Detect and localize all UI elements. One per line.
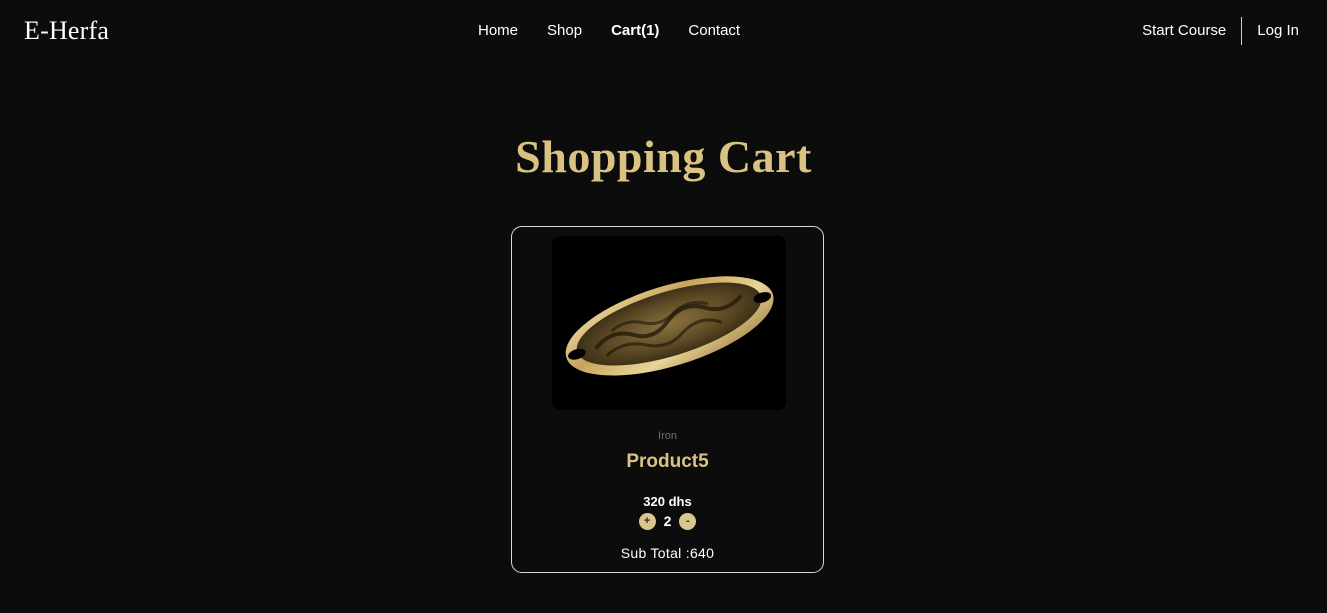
product-category: Iron bbox=[658, 430, 677, 442]
nav-cart-link[interactable]: Cart(1) bbox=[611, 21, 659, 41]
nav-home-link[interactable]: Home bbox=[478, 21, 518, 41]
decrement-button[interactable]: - bbox=[679, 512, 697, 530]
navbar: E-Herfa Home Shop Cart(1) Contact Start … bbox=[0, 0, 1327, 62]
page-title: Shopping Cart bbox=[515, 130, 812, 182]
main-nav: Home Shop Cart(1) Contact bbox=[478, 21, 769, 41]
nav-shop-link[interactable]: Shop bbox=[547, 21, 582, 41]
product-name: Product5 bbox=[626, 451, 709, 472]
cart-item-card: Iron Product5 320 dhs + 2 - Sub Total :6… bbox=[511, 226, 824, 573]
tray-illustration bbox=[565, 276, 774, 376]
product-price: 320 dhs bbox=[643, 494, 692, 509]
quantity-value: 2 bbox=[663, 513, 672, 529]
start-course-link[interactable]: Start Course bbox=[1142, 21, 1226, 41]
increment-button[interactable]: + bbox=[638, 512, 656, 530]
subtotal: Sub Total :640 bbox=[620, 545, 715, 561]
login-link[interactable]: Log In bbox=[1257, 21, 1299, 41]
product-image bbox=[552, 236, 786, 410]
quantity-stepper: + 2 - bbox=[512, 511, 823, 531]
nav-contact-link[interactable]: Contact bbox=[688, 21, 740, 41]
nav-actions: Start Course Log In bbox=[1142, 17, 1299, 45]
nav-divider bbox=[1241, 17, 1243, 45]
brand-logo[interactable]: E-Herfa bbox=[24, 14, 109, 48]
